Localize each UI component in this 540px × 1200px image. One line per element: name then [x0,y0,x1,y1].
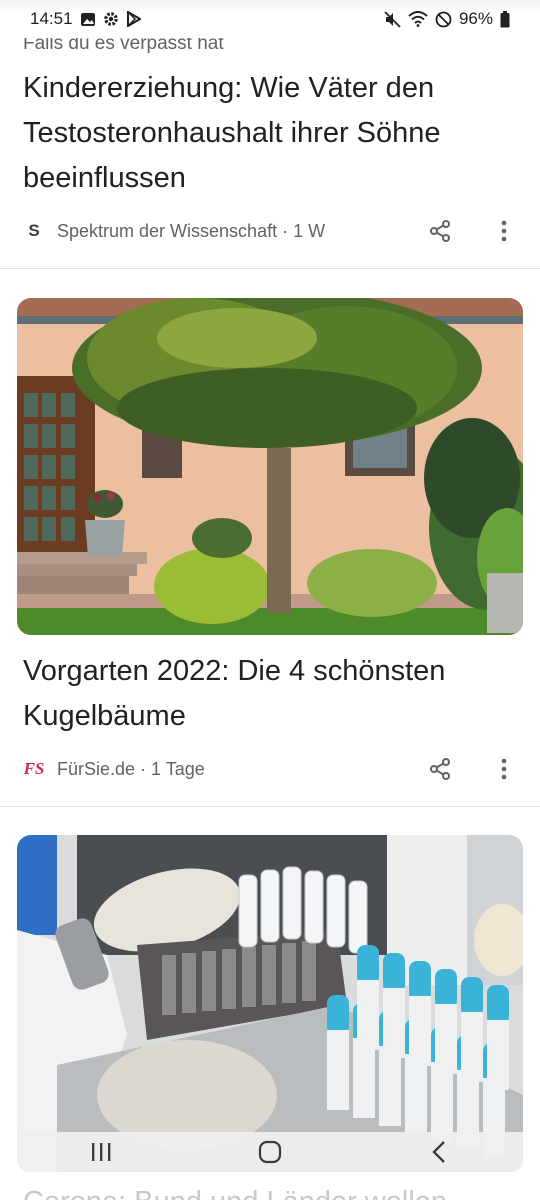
settings-gear-icon [103,11,119,27]
recent-apps-icon[interactable] [71,1132,131,1172]
share-icon[interactable] [422,216,458,246]
article-headline[interactable]: Vorgarten 2022: Die 4 schönsten Kugelbäu… [0,649,540,739]
do-not-disturb-icon [435,11,452,28]
garden-tree-photo[interactable] [17,298,523,635]
mute-icon [384,10,401,28]
home-icon[interactable] [240,1132,300,1172]
article-card-1[interactable]: Kindererziehung: Wie Väter den Testoster… [0,66,540,201]
article-age: · 1 Tage [140,758,205,779]
source-name[interactable]: Spektrum der Wissenschaft [57,221,277,242]
back-icon[interactable] [409,1132,469,1172]
article-meta-2: FS FürSie.de · 1 Tage [23,754,522,784]
article-card-2[interactable]: Vorgarten 2022: Die 4 schönsten Kugelbäu… [0,649,540,739]
lab-test-tubes-photo[interactable] [17,835,523,1172]
play-store-icon [126,11,141,27]
source-logo: FS [23,759,45,778]
source-logo: S [28,221,40,240]
divider [0,806,540,807]
article-meta-1: S Spektrum der Wissenschaft · 1 W [23,216,522,246]
source-name[interactable]: FürSie.de [57,759,135,780]
next-article-headline-peek: Corona: Bund und Länder wollen [23,1186,523,1200]
article-age: · 1 W [282,220,326,241]
more-options-icon[interactable] [486,754,522,784]
divider [0,268,540,269]
status-bar: 14:51 96% [0,0,540,38]
wifi-icon [408,11,428,27]
share-icon[interactable] [422,754,458,784]
article-headline[interactable]: Kindererziehung: Wie Väter den Testoster… [0,66,540,201]
battery-percent: 96% [458,9,493,28]
screen: 14:51 96% Falls du es verpasst hat Kinde… [0,0,540,1200]
system-nav-bar [17,1132,523,1172]
clock: 14:51 [30,9,73,28]
more-options-icon[interactable] [486,216,522,246]
battery-icon [500,10,510,28]
gallery-icon [80,12,96,27]
status-right: 96% [384,9,510,29]
status-left: 14:51 [30,9,141,29]
